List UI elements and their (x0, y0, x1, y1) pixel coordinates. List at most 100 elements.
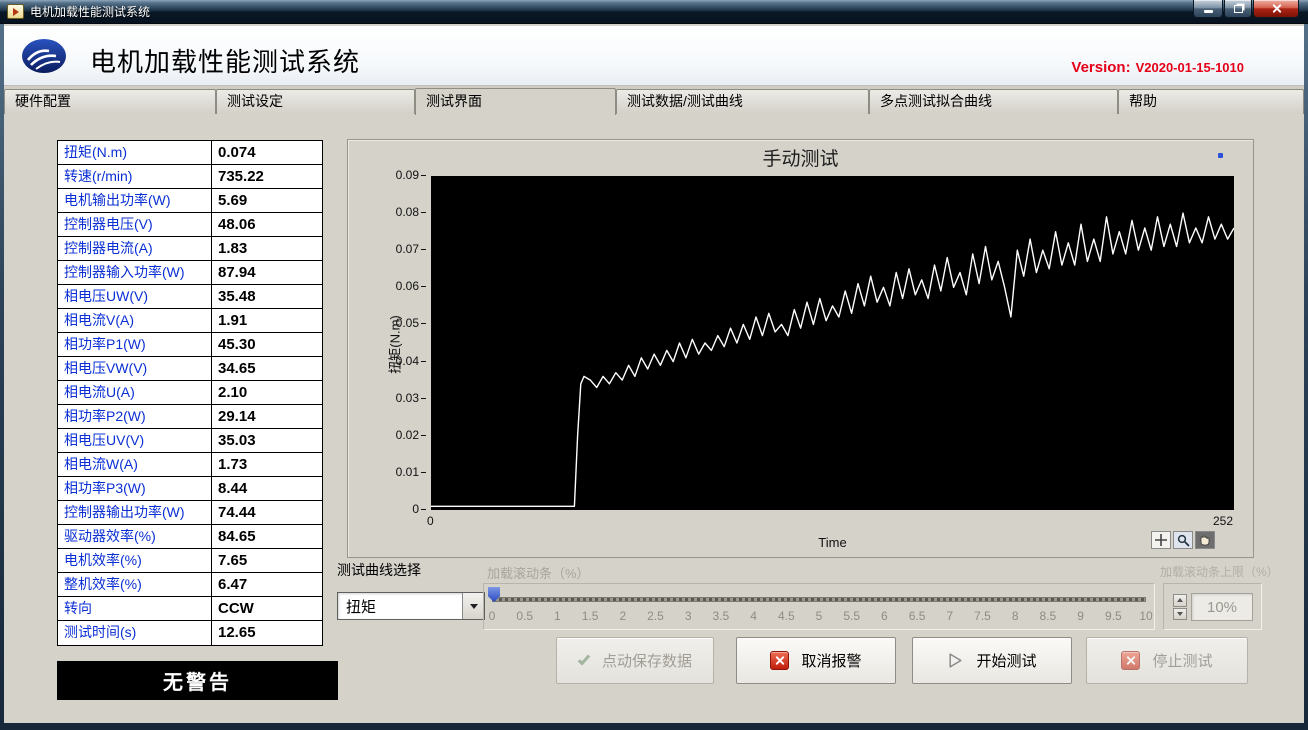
measurement-label: 电机输出功率(W) (58, 189, 212, 212)
load-slider-scale: 00.511.522.533.544.555.566.577.588.599.5… (492, 609, 1146, 625)
y-tick-label: 0.04 (378, 354, 426, 368)
load-limit-label: 加载滚动条上限（%） (1160, 563, 1279, 580)
slider-tick-label: 0 (489, 609, 496, 623)
tab-test-interface[interactable]: 测试界面 (415, 88, 616, 115)
start-test-label: 开始测试 (976, 650, 1036, 671)
pan-hand-tool-icon[interactable] (1195, 531, 1215, 549)
measurement-value: 5.69 (212, 189, 322, 212)
measurement-value: 8.44 (212, 477, 322, 500)
measurement-label: 相电流W(A) (58, 453, 212, 476)
tab-multipoint-fit[interactable]: 多点测试拟合曲线 (869, 89, 1118, 114)
measurement-row: 控制器输出功率(W)74.44 (58, 501, 322, 525)
minimize-button[interactable] (1193, 0, 1223, 18)
tab-bar: 硬件配置测试设定测试界面测试数据/测试曲线多点测试拟合曲线帮助 (4, 86, 1304, 114)
increment-button[interactable] (1173, 594, 1187, 607)
tab-test-data-curves[interactable]: 测试数据/测试曲线 (616, 89, 869, 114)
page-title: 电机加载性能测试系统 (90, 42, 360, 79)
app-logo (20, 35, 68, 82)
tab-hardware-config[interactable]: 硬件配置 (4, 89, 216, 114)
slider-tick-label: 2 (619, 609, 626, 623)
slider-tick-label: 2.5 (647, 609, 664, 623)
chevron-down-icon[interactable] (462, 593, 484, 619)
slider-tick-label: 9.5 (1105, 609, 1122, 623)
y-tick-label: 0.08 (378, 205, 426, 219)
window-titlebar[interactable]: 电机加载性能测试系统 (0, 0, 1308, 24)
measurement-value: 6.47 (212, 573, 322, 596)
maximize-button[interactable] (1224, 0, 1252, 18)
close-button[interactable] (1253, 0, 1299, 18)
app-header: 电机加载性能测试系统 Version:V2020-01-15-1010 (4, 26, 1304, 86)
stop-test-label: 停止测试 (1152, 650, 1212, 671)
measurement-value: 0.074 (212, 141, 322, 164)
slider-tick-label: 10 (1139, 609, 1152, 623)
measurement-label: 相电流V(A) (58, 309, 212, 332)
app-window: 电机加载性能测试系统 电机加载性能测试系统 Version:V2020-01-1… (0, 0, 1308, 730)
app-icon (7, 4, 24, 19)
red-x-icon (1121, 651, 1140, 670)
version-text: Version:V2020-01-15-1010 (1071, 59, 1244, 77)
slider-tick-label: 3.5 (713, 609, 730, 623)
measurement-value: 74.44 (212, 501, 322, 524)
arrow-up-icon (1177, 598, 1183, 602)
measurement-row: 测试时间(s)12.65 (58, 621, 322, 645)
measurement-value: 1.73 (212, 453, 322, 476)
load-slider-label: 加载滚动条（%） (487, 563, 590, 582)
measurement-value: 45.30 (212, 333, 322, 356)
version-label: Version: (1071, 59, 1130, 76)
load-limit-value[interactable]: 10% (1191, 593, 1253, 621)
x-axis-label: Time (431, 535, 1234, 550)
measurement-label: 扭矩(N.m) (58, 141, 212, 164)
stop-test-button[interactable]: 停止测试 (1086, 637, 1248, 684)
measurement-value: 12.65 (212, 621, 322, 645)
y-tick-label: 0.06 (378, 279, 426, 293)
measurement-label: 驱动器效率(%) (58, 525, 212, 548)
slider-tick-label: 5.5 (843, 609, 860, 623)
plot-area (431, 176, 1234, 510)
tab-test-settings[interactable]: 测试设定 (216, 89, 415, 114)
jog-save-data-label: 点动保存数据 (602, 650, 692, 671)
measurement-value: 34.65 (212, 357, 322, 380)
measurement-label: 转向 (58, 597, 212, 620)
load-slider: 00.511.522.533.544.555.566.577.588.599.5… (483, 583, 1155, 630)
measurement-row: 转速(r/min)735.22 (58, 165, 322, 189)
measurement-value: CCW (212, 597, 322, 620)
measurement-label: 控制器输出功率(W) (58, 501, 212, 524)
y-tick-label: 0.09 (378, 168, 426, 182)
measurement-value: 7.65 (212, 549, 322, 572)
y-tick-label: 0 (378, 502, 426, 516)
y-tick-label: 0.03 (378, 391, 426, 405)
tab-help[interactable]: 帮助 (1118, 89, 1304, 114)
slider-tick-label: 1 (554, 609, 561, 623)
plot-legend-marker (1218, 153, 1223, 158)
cancel-alarm-button[interactable]: 取消报警 (736, 637, 896, 684)
start-test-button[interactable]: 开始测试 (912, 637, 1072, 684)
measurement-label: 控制器输入功率(W) (58, 261, 212, 284)
measurement-value: 2.10 (212, 381, 322, 404)
measurement-label: 相电压VW(V) (58, 357, 212, 380)
measurement-row: 驱动器效率(%)84.65 (58, 525, 322, 549)
load-slider-track[interactable] (492, 597, 1146, 602)
decrement-button[interactable] (1173, 608, 1187, 621)
warning-indicator: 无警告 (57, 661, 338, 700)
measurement-value: 84.65 (212, 525, 322, 548)
zoom-tool-icon[interactable] (1173, 531, 1193, 549)
measurement-row: 相功率P1(W)45.30 (58, 333, 322, 357)
waveform-chart-panel: 手动测试 扭矩(N.m) 0 252 Time 00.010.020.030.0… (347, 139, 1254, 558)
measurement-label: 相功率P1(W) (58, 333, 212, 356)
y-tick-label: 0.01 (378, 465, 426, 479)
arrow-down-icon (1177, 612, 1183, 616)
cursor-move-tool-icon[interactable] (1151, 531, 1171, 549)
measurement-label: 相功率P3(W) (58, 477, 212, 500)
curve-selector-dropdown[interactable]: 扭矩 (337, 592, 485, 620)
slider-tick-label: 6 (881, 609, 888, 623)
measurement-row: 电机效率(%)7.65 (58, 549, 322, 573)
slider-tick-label: 5 (816, 609, 823, 623)
jog-save-data-button[interactable]: 点动保存数据 (556, 637, 714, 684)
slider-tick-label: 6.5 (909, 609, 926, 623)
y-tick-label: 0.05 (378, 316, 426, 330)
x-tick-min: 0 (427, 514, 434, 528)
measurement-row: 转向CCW (58, 597, 322, 621)
load-limit-control: 10% (1163, 583, 1262, 630)
measurement-label: 转速(r/min) (58, 165, 212, 188)
measurement-label: 测试时间(s) (58, 621, 212, 645)
